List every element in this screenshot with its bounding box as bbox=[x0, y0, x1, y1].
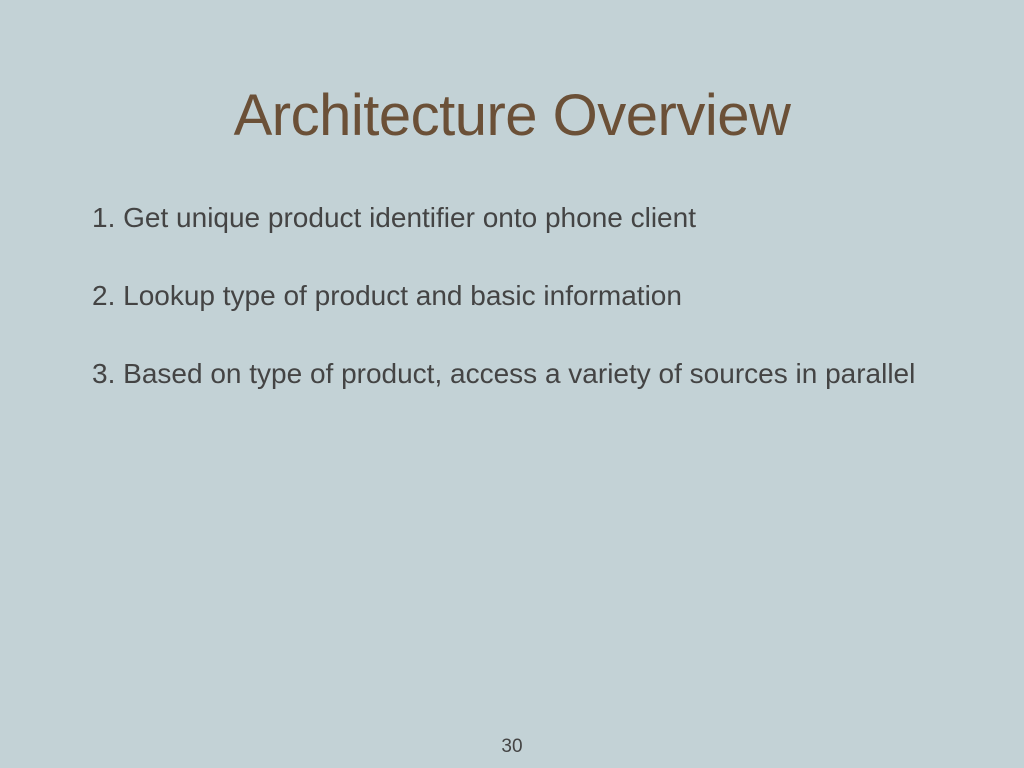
slide-content: 1. Get unique product identifier onto ph… bbox=[0, 199, 1024, 392]
list-text: Based on type of product, access a varie… bbox=[123, 358, 915, 389]
list-item: 3. Based on type of product, access a va… bbox=[92, 355, 932, 393]
list-number: 3. bbox=[92, 358, 115, 389]
list-item: 2. Lookup type of product and basic info… bbox=[92, 277, 932, 315]
list-item: 1. Get unique product identifier onto ph… bbox=[92, 199, 932, 237]
list-text: Lookup type of product and basic informa… bbox=[123, 280, 682, 311]
list-number: 2. bbox=[92, 280, 115, 311]
page-number: 30 bbox=[0, 736, 1024, 758]
slide-title: Architecture Overview bbox=[0, 0, 1024, 199]
list-text: Get unique product identifier onto phone… bbox=[123, 202, 696, 233]
list-number: 1. bbox=[92, 202, 115, 233]
